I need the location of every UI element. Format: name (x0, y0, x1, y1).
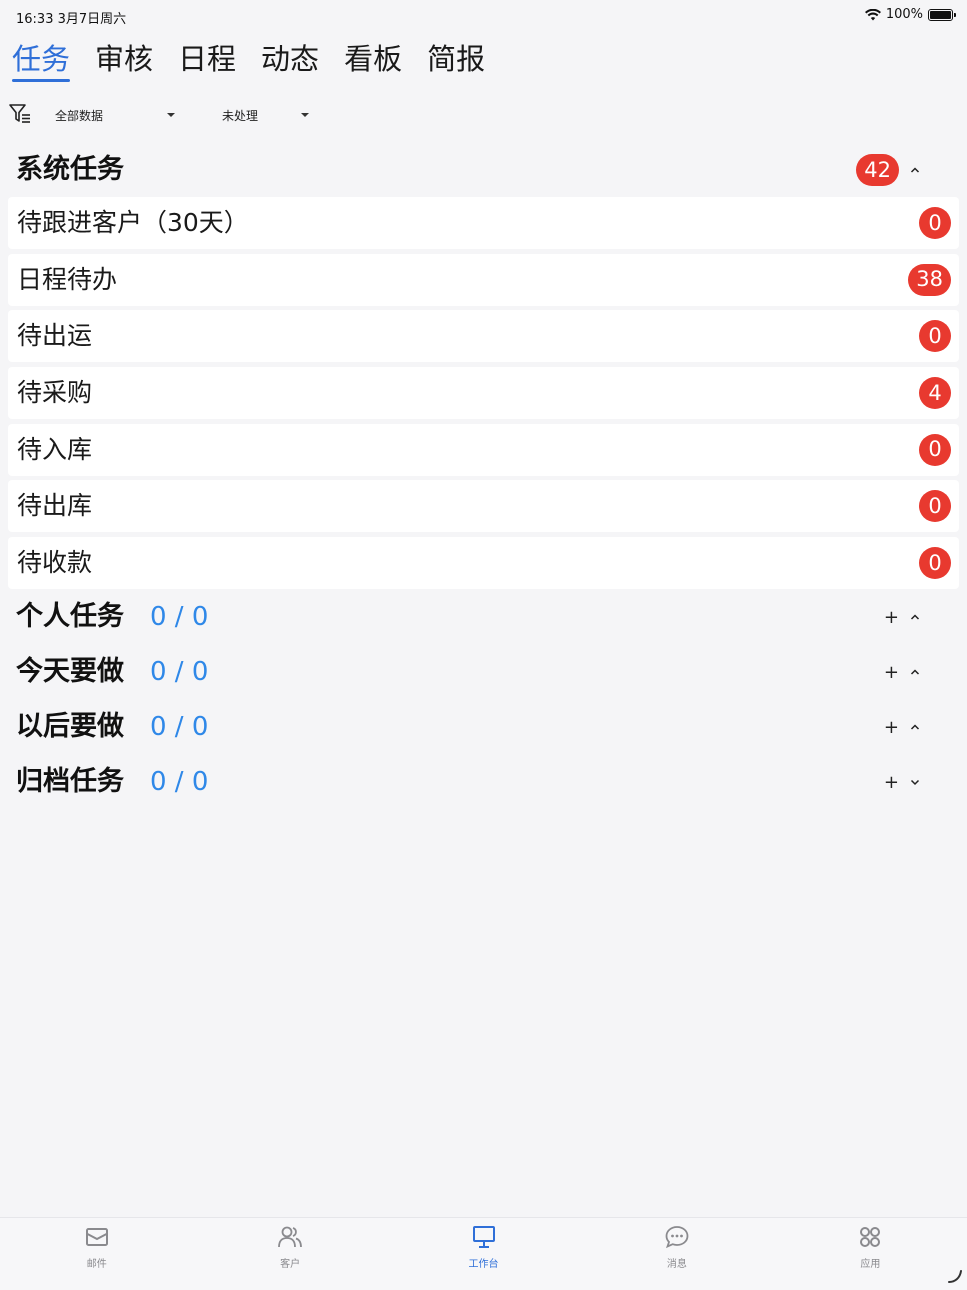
chevron-up-icon[interactable] (909, 721, 921, 733)
section-actions: + (884, 762, 921, 802)
add-task-button[interactable]: + (884, 772, 899, 793)
tab-label: 工作台 (468, 1259, 499, 1270)
chevron-up-icon[interactable] (909, 611, 921, 623)
tab-review[interactable]: 审核 (95, 40, 153, 78)
section-title: 今天要做 (16, 656, 124, 687)
tab-label: 邮件 (86, 1259, 107, 1270)
state-dropdown-value: 未处理 (222, 109, 259, 123)
section-title: 以后要做 (16, 711, 124, 742)
task-count-badge: 0 (919, 433, 951, 466)
caret-down-icon (301, 113, 309, 117)
tab-workbench[interactable]: 工作台 (387, 1218, 580, 1290)
task-label: 待收款 (17, 548, 93, 578)
filter-icon[interactable] (8, 102, 32, 126)
system-section-title: 系统任务 (16, 154, 124, 185)
status-right: 100% (864, 7, 956, 22)
system-section-header[interactable]: 系统任务 42 (16, 150, 951, 190)
task-count-badge: 0 (919, 207, 951, 239)
later-tasks-header[interactable]: 以后要做 0 / 0 + (16, 707, 951, 747)
section-title: 个人任务 (16, 601, 124, 632)
tab-label: 应用 (860, 1259, 881, 1270)
task-label: 待跟进客户（30天） (17, 208, 249, 237)
task-label: 待出运 (17, 321, 93, 351)
top-tabs: 任务 审核 日程 动态 看板 简报 (12, 40, 485, 82)
monitor-icon (472, 1226, 495, 1248)
task-label: 日程待办 (17, 264, 118, 294)
battery-icon (928, 8, 956, 21)
system-task-badge: 42 (856, 154, 899, 186)
task-count-badge: 0 (919, 490, 951, 523)
bottom-tab-bar: 邮件 客户 工作台 消息 应用 (0, 1217, 967, 1290)
caret-down-icon (167, 113, 175, 117)
section-title: 归档任务 (16, 766, 124, 797)
users-icon (278, 1226, 303, 1248)
archived-tasks-header[interactable]: 归档任务 0 / 0 + (16, 762, 951, 802)
section-count: 0 / 0 (150, 657, 209, 687)
tab-activity[interactable]: 动态 (261, 40, 319, 78)
task-count-badge: 38 (908, 263, 951, 296)
section-count: 0 / 0 (150, 602, 209, 632)
task-label: 待入库 (17, 434, 93, 464)
section-actions: + (884, 652, 921, 692)
chat-icon (665, 1226, 689, 1249)
chevron-up-icon[interactable] (909, 666, 921, 678)
status-time: 16:33 3月7日周六 (16, 12, 127, 27)
task-row[interactable]: 待采购 4 (8, 367, 959, 420)
battery-percent: 100% (885, 7, 923, 22)
apps-icon (860, 1227, 881, 1247)
wifi-icon (864, 8, 881, 20)
tab-schedule[interactable]: 日程 (178, 40, 236, 78)
tab-brief[interactable]: 简报 (427, 40, 485, 78)
add-task-button[interactable]: + (884, 717, 899, 738)
mail-icon (85, 1228, 108, 1246)
task-row[interactable]: 待出运 0 (8, 310, 959, 363)
tab-messages[interactable]: 消息 (580, 1218, 773, 1290)
tab-mail[interactable]: 邮件 (0, 1218, 193, 1290)
system-section-actions: 42 (856, 150, 921, 190)
section-actions: + (884, 707, 921, 747)
chevron-down-icon[interactable] (909, 776, 921, 788)
today-tasks-header[interactable]: 今天要做 0 / 0 + (16, 652, 951, 692)
task-label: 待出库 (17, 491, 93, 521)
task-row[interactable]: 待入库 0 (8, 423, 959, 476)
task-count-badge: 4 (919, 377, 951, 410)
task-row[interactable]: 待跟进客户（30天） 0 (8, 197, 959, 249)
scope-dropdown-value: 全部数据 (55, 109, 104, 123)
tab-customers[interactable]: 客户 (193, 1218, 386, 1290)
section-count: 0 / 0 (150, 767, 209, 797)
tab-tasks[interactable]: 任务 (12, 40, 71, 82)
chevron-up-icon[interactable] (909, 164, 921, 176)
resize-grip-icon (948, 1270, 962, 1283)
status-bar: 16:33 3月7日周六 100% (0, 0, 967, 30)
section-actions: + (884, 597, 921, 637)
task-row[interactable]: 日程待办 38 (8, 253, 959, 306)
personal-tasks-header[interactable]: 个人任务 0 / 0 + (16, 597, 951, 637)
section-count: 0 / 0 (150, 712, 209, 742)
state-dropdown[interactable]: 未处理 (222, 107, 317, 124)
tab-label: 客户 (280, 1259, 301, 1270)
add-task-button[interactable]: + (884, 607, 899, 628)
tab-apps[interactable]: 应用 (774, 1218, 967, 1290)
filter-bar: 全部数据 未处理 (8, 100, 958, 130)
tab-dashboard[interactable]: 看板 (344, 40, 402, 78)
scope-dropdown[interactable]: 全部数据 (55, 107, 180, 124)
tab-label: 消息 (666, 1259, 687, 1270)
task-label: 待采购 (17, 378, 93, 408)
task-count-badge: 0 (919, 547, 951, 580)
add-task-button[interactable]: + (884, 662, 899, 683)
task-count-badge: 0 (919, 320, 951, 353)
system-task-list: 待跟进客户（30天） 0 日程待办 38 待出运 0 待采购 4 待入库 0 待… (8, 197, 959, 594)
task-row[interactable]: 待收款 0 (8, 537, 959, 590)
task-row[interactable]: 待出库 0 (8, 480, 959, 533)
